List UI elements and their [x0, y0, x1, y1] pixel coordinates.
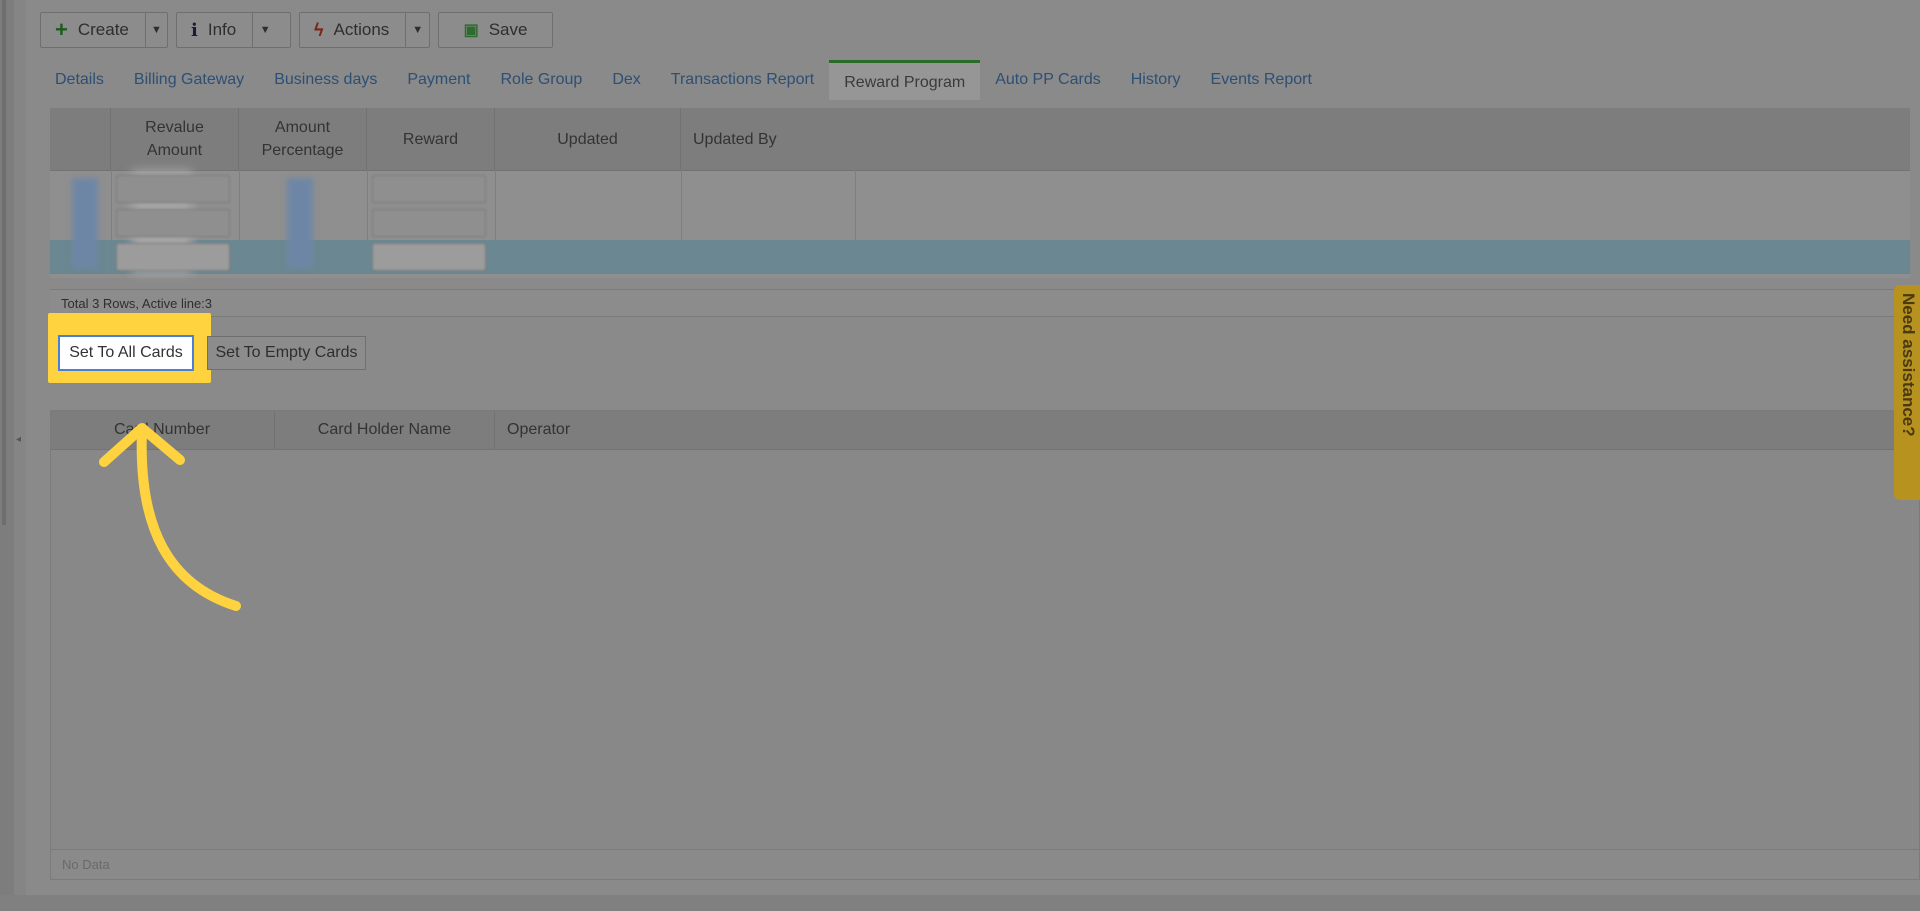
row-selector-header: [50, 108, 111, 170]
reward-grid-status: Total 3 Rows, Active line:3: [50, 289, 1920, 317]
table-row[interactable]: [50, 172, 1910, 206]
toolbar: + Create ▼ i Info ▼ ϟ Actions ▼ ▣ Save: [40, 12, 553, 48]
save-label: Save: [488, 20, 528, 39]
revalue-amount-field[interactable]: [116, 209, 230, 237]
reward-field[interactable]: [372, 175, 486, 203]
table-row[interactable]: [50, 206, 1910, 240]
column-header-card-holder-name[interactable]: Card Holder Name: [275, 411, 495, 449]
left-rail: [0, 0, 14, 911]
column-header-updated[interactable]: Updated: [495, 108, 681, 170]
cards-grid-status: No Data: [51, 849, 1919, 879]
tab-history[interactable]: History: [1116, 60, 1196, 100]
column-header-updated-by[interactable]: Updated By: [681, 108, 1910, 170]
bottom-edge: [0, 895, 1920, 911]
tab-events-report[interactable]: Events Report: [1196, 60, 1327, 100]
collapse-arrow-icon[interactable]: ◂: [16, 434, 21, 445]
plus-icon: +: [55, 17, 68, 42]
actions-dropdown-chevron-icon[interactable]: ▼: [405, 13, 429, 47]
column-header-reward[interactable]: Reward: [367, 108, 495, 170]
tab-bar: Details Billing Gateway Business days Pa…: [40, 60, 1327, 100]
reward-field[interactable]: [372, 243, 486, 271]
row-indicator-icon: [72, 178, 98, 268]
info-dropdown-chevron-icon[interactable]: ▼: [252, 13, 277, 47]
save-icon: ▣: [463, 22, 479, 39]
tab-transactions-report[interactable]: Transactions Report: [656, 60, 829, 100]
column-header-revalue-amount[interactable]: Revalue Amount: [111, 108, 239, 170]
table-row-selected[interactable]: [50, 240, 1910, 274]
tab-billing-gateway[interactable]: Billing Gateway: [119, 60, 259, 100]
revalue-amount-field[interactable]: [116, 243, 230, 271]
amount-percentage-line1: Amount: [274, 119, 331, 136]
bolt-icon: ϟ: [314, 19, 324, 40]
column-header-amount-percentage[interactable]: Amount Percentage: [239, 108, 367, 170]
left-panel-edge: [14, 0, 26, 911]
column-header-operator[interactable]: Operator: [495, 411, 1919, 449]
info-icon: i: [191, 19, 198, 41]
need-assistance-tab[interactable]: Need assistance?: [1894, 285, 1920, 500]
set-to-all-cards-button[interactable]: Set To All Cards: [58, 335, 194, 371]
left-scrollbar[interactable]: [2, 0, 6, 525]
pointer-arrow-icon: [99, 423, 241, 611]
create-label: Create: [77, 20, 129, 39]
reward-field[interactable]: [372, 209, 486, 237]
revalue-amount-line2: Amount: [146, 142, 203, 159]
tab-dex[interactable]: Dex: [597, 60, 655, 100]
cards-grid: Card Number Card Holder Name Operator No…: [50, 410, 1920, 880]
create-dropdown-chevron-icon[interactable]: ▼: [144, 13, 167, 47]
amount-percentage-line2: Percentage: [261, 142, 344, 159]
need-assistance-label: Need assistance?: [1899, 293, 1918, 437]
tab-auto-pp-cards[interactable]: Auto PP Cards: [980, 60, 1116, 100]
tab-business-days[interactable]: Business days: [259, 60, 392, 100]
create-button[interactable]: + Create ▼: [40, 12, 168, 48]
save-button[interactable]: ▣ Save: [438, 12, 553, 48]
info-button[interactable]: i Info ▼: [176, 12, 291, 48]
tab-payment[interactable]: Payment: [392, 60, 485, 100]
tab-role-group[interactable]: Role Group: [486, 60, 598, 100]
info-label: Info: [207, 20, 237, 39]
percentage-indicator-icon: [287, 178, 313, 268]
reward-grid: Revalue Amount Amount Percentage Reward Up…: [50, 108, 1910, 278]
tab-reward-program[interactable]: Reward Program: [829, 60, 981, 100]
reward-grid-header: Revalue Amount Amount Percentage Reward Up…: [50, 108, 1910, 171]
tab-details[interactable]: Details: [40, 60, 119, 100]
actions-button[interactable]: ϟ Actions ▼: [299, 12, 430, 48]
revalue-amount-field[interactable]: [116, 175, 230, 203]
cards-grid-header: Card Number Card Holder Name Operator: [51, 411, 1919, 450]
revalue-amount-line1: Revalue: [145, 119, 204, 136]
set-to-empty-cards-button[interactable]: Set To Empty Cards: [207, 336, 366, 370]
actions-label: Actions: [333, 20, 390, 39]
